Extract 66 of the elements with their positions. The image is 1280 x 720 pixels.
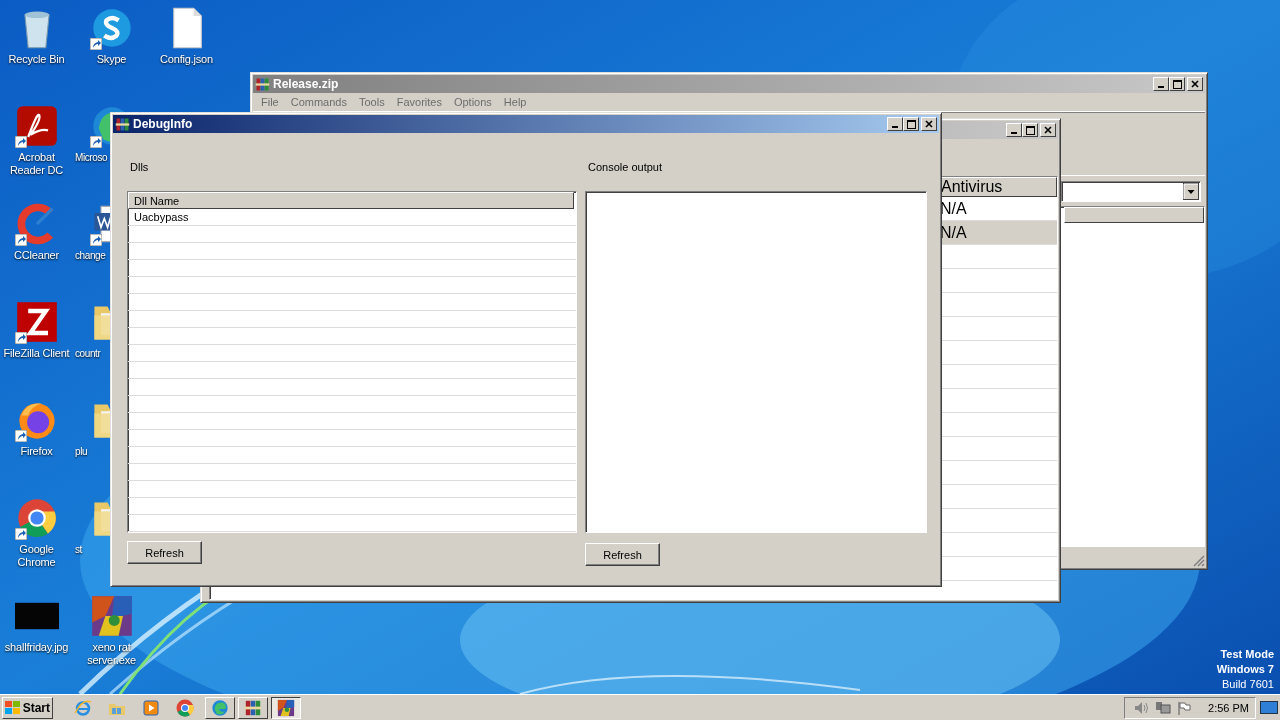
speaker-icon xyxy=(1133,700,1149,715)
start-button[interactable]: Start xyxy=(2,696,53,719)
desktop-icon-label[interactable]: Microso xyxy=(74,151,108,164)
close-button[interactable] xyxy=(1187,77,1203,91)
column-header[interactable]: Antivirus xyxy=(940,177,1057,197)
app-icon xyxy=(277,698,295,717)
desktop-icon-label[interactable]: FileZilla Client xyxy=(3,347,70,360)
desktop-icon-label[interactable]: Acrobat Reader DC xyxy=(0,151,73,177)
console-label: Console output xyxy=(588,161,663,175)
menu-item[interactable]: Tools xyxy=(353,96,391,108)
refresh-button[interactable]: Refresh xyxy=(127,541,202,564)
archive-books-icon xyxy=(244,698,262,717)
maximize-icon xyxy=(1172,79,1182,89)
desktop-icon-label[interactable]: st xyxy=(74,543,82,556)
maximize-button[interactable] xyxy=(1169,77,1185,91)
resize-grip-icon xyxy=(1193,555,1205,567)
archive-books-icon xyxy=(255,76,270,92)
minimize-button[interactable] xyxy=(1006,123,1022,137)
desktop-icon-label[interactable]: plu xyxy=(74,445,88,458)
menu-item[interactable]: Commands xyxy=(284,96,353,108)
taskbar-button[interactable] xyxy=(271,696,301,719)
close-button[interactable] xyxy=(921,117,937,131)
network-icon xyxy=(1155,700,1171,715)
dlls-label: Dlls xyxy=(130,161,150,175)
column-header[interactable]: Dll Name xyxy=(128,192,574,209)
desktop-icon-label[interactable]: countr xyxy=(74,347,101,360)
desktop-icon-label[interactable]: shallfriday.jpg xyxy=(4,641,69,654)
internet-explorer-icon xyxy=(73,697,93,718)
close-icon xyxy=(1044,126,1052,134)
column-header[interactable] xyxy=(1064,207,1204,223)
window-title: Release.zip xyxy=(273,77,340,91)
minimize-button[interactable] xyxy=(887,117,903,131)
maximize-icon xyxy=(906,119,916,129)
menu-item[interactable]: Options xyxy=(447,96,498,108)
maximize-button[interactable] xyxy=(1022,123,1038,137)
close-icon xyxy=(1191,80,1199,88)
path-dropdown[interactable] xyxy=(1061,180,1201,202)
desktop-icon-label[interactable]: Firefox xyxy=(20,445,53,458)
system-notice-text: Windows 7 xyxy=(1216,662,1274,677)
window-title: DebugInfo xyxy=(133,117,194,131)
desktop-icon-label[interactable]: Recycle Bin xyxy=(8,53,65,66)
system-notice-text: Test Mode xyxy=(1220,647,1274,662)
system-notice-text: Build 7601 xyxy=(1222,677,1274,692)
maximize-button[interactable] xyxy=(903,117,919,131)
menu-item[interactable]: Help xyxy=(497,96,533,108)
archive-books-icon xyxy=(115,116,130,132)
flag-icon xyxy=(1177,700,1191,715)
edge-icon xyxy=(211,698,229,717)
desktop-icon-label[interactable]: Config.json xyxy=(160,53,213,66)
table-cell-text: Uacbypass xyxy=(133,211,189,223)
menu-item[interactable]: File xyxy=(255,96,285,108)
close-icon xyxy=(925,120,933,128)
close-button[interactable] xyxy=(1040,123,1056,137)
desktop-icon-label[interactable]: Google Chrome xyxy=(0,543,73,569)
refresh-button[interactable]: Refresh xyxy=(585,543,660,566)
clock[interactable]: 2:56 PM xyxy=(1208,701,1249,714)
table-row[interactable]: Uacbypass xyxy=(128,209,576,226)
caret-icon xyxy=(1183,182,1199,200)
desktop-icon-label[interactable]: change xyxy=(74,249,106,262)
desktop-icon-label[interactable]: CCleaner xyxy=(14,249,59,262)
maximize-icon xyxy=(1025,125,1035,135)
windows-logo-icon xyxy=(5,700,21,715)
desktop-icon-label[interactable]: Skype xyxy=(96,53,127,66)
show-desktop-icon[interactable] xyxy=(1260,700,1278,715)
menu-item[interactable]: Favorites xyxy=(390,96,448,108)
minimize-button[interactable] xyxy=(1153,77,1169,91)
